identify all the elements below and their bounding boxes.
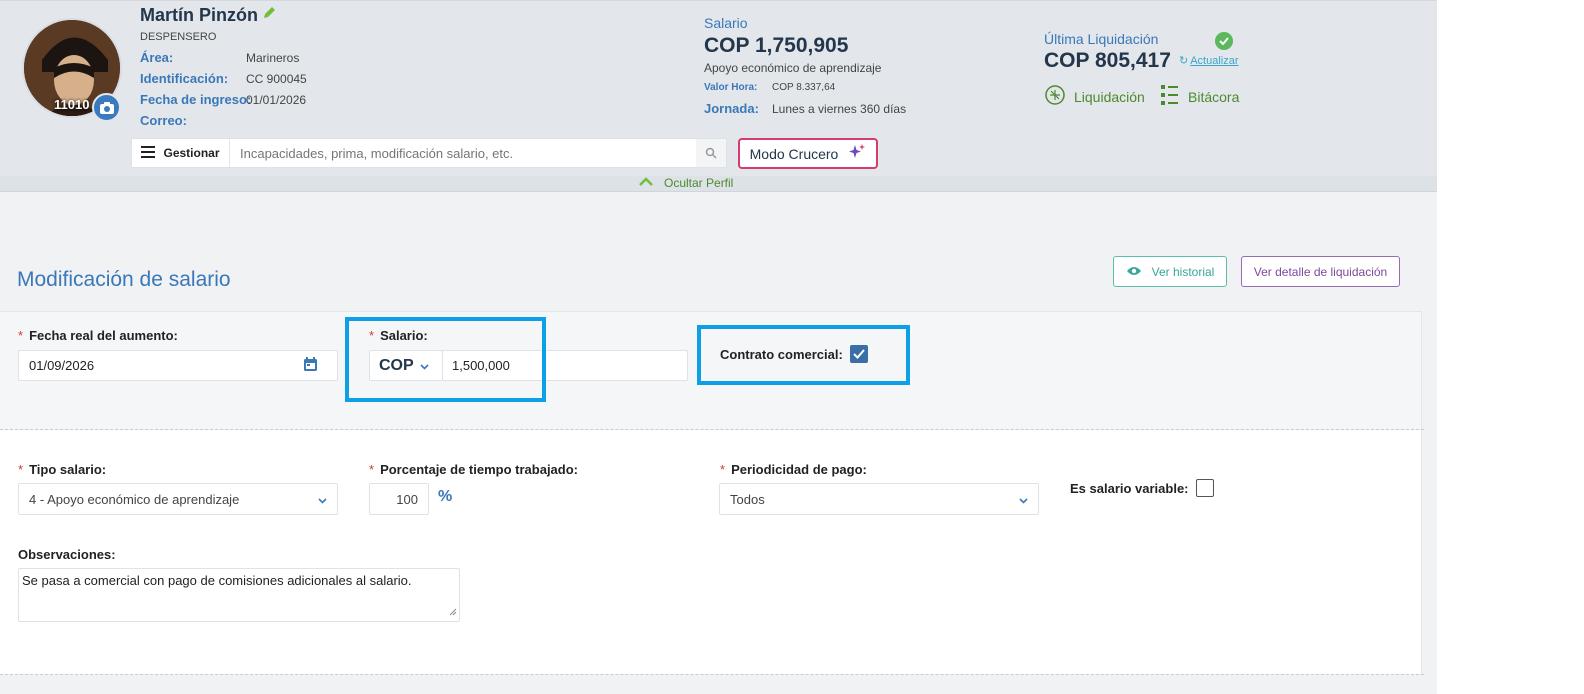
form-panel-details	[0, 430, 1422, 674]
camera-icon[interactable]	[92, 93, 121, 122]
required-marker: *	[18, 328, 24, 343]
chevron-down-icon	[318, 492, 327, 507]
update-label: Actualizar	[1190, 55, 1239, 67]
app-window: 11010 Martín Pinzón DESPENSERO Área: Mar…	[0, 0, 1437, 694]
commercial-highlight-box	[697, 325, 910, 385]
required-marker: *	[18, 462, 24, 477]
salary-type-value: 4 - Apoyo económico de aprendizaje	[29, 491, 240, 507]
area-label: Área:	[140, 50, 174, 65]
log-link[interactable]: Bitácora	[1160, 84, 1239, 109]
manage-label: Gestionar	[163, 146, 220, 160]
check-circle-icon	[1215, 32, 1233, 50]
area-value: Marineros	[246, 51, 300, 65]
chevron-down-icon	[1019, 492, 1028, 507]
date-label-text: Fecha real del aumento:	[29, 328, 178, 343]
last-settlement-label: Última Liquidación	[1044, 31, 1159, 47]
date-value: 01/09/2026	[29, 358, 95, 373]
period-value: Todos	[730, 491, 765, 507]
log-link-label: Bitácora	[1188, 88, 1240, 105]
required-marker: *	[369, 462, 375, 477]
edit-pencil-icon[interactable]	[262, 6, 276, 25]
divider	[0, 674, 1424, 675]
percent-label: * Porcentaje de tiempo trabajado:	[369, 462, 578, 477]
manage-bar: Gestionar	[131, 138, 727, 168]
salary-highlight-box	[345, 317, 546, 402]
eye-icon	[1126, 265, 1142, 279]
sparkle-icon	[848, 143, 866, 164]
refresh-icon: ↻	[1179, 55, 1189, 67]
employee-name: Martín Pinzón	[140, 5, 258, 25]
salary-label: Salario	[704, 15, 748, 31]
period-label: * Periodicidad de pago:	[720, 462, 867, 477]
variable-salary-checkbox[interactable]	[1196, 479, 1214, 497]
settlement-link[interactable]: Liquidación	[1044, 84, 1145, 109]
id-value: CC 900045	[246, 72, 307, 86]
percent-symbol: %	[438, 488, 453, 505]
view-detail-button[interactable]: Ver detalle de liquidación	[1241, 256, 1400, 287]
percent-value: 100	[396, 491, 418, 507]
salary-amount: COP 1,750,905	[704, 34, 849, 57]
schedule-value: Lunes a viernes 360 días	[772, 102, 907, 116]
view-history-button[interactable]: Ver historial	[1113, 256, 1227, 287]
start-date-label: Fecha de ingreso:	[140, 92, 252, 107]
start-date-value: 01/01/2026	[246, 93, 307, 107]
salary-type-label: * Tipo salario:	[18, 462, 106, 477]
date-field[interactable]: 01/09/2026	[18, 350, 338, 381]
calendar-icon[interactable]	[304, 357, 317, 374]
period-select[interactable]: Todos	[719, 483, 1039, 515]
notes-textarea[interactable]: Se pasa a comercial con pago de comision…	[18, 568, 460, 622]
hour-value-label: Valor Hora:	[704, 82, 758, 93]
id-label: Identificación:	[140, 71, 229, 86]
resize-handle-icon[interactable]	[449, 604, 457, 619]
percent-input[interactable]: 100	[369, 483, 429, 515]
view-history-label: Ver historial	[1151, 264, 1215, 279]
salary-type-select[interactable]: 4 - Apoyo económico de aprendizaje	[18, 483, 338, 515]
last-settlement-amount: COP 805,417	[1044, 49, 1171, 72]
schedule-label: Jornada:	[704, 101, 759, 116]
settlement-icon	[1044, 84, 1066, 109]
notes-value: Se pasa a comercial con pago de comision…	[22, 573, 412, 588]
required-marker: *	[720, 462, 726, 477]
hide-profile-toggle[interactable]: Ocultar Perfil	[638, 176, 733, 190]
date-field-label: * Fecha real del aumento:	[18, 328, 178, 343]
hour-value: COP 8.337,64	[772, 82, 836, 93]
search-icon[interactable]	[696, 139, 726, 167]
page-title: Modificación de salario	[17, 268, 231, 291]
percent-label-text: Porcentaje de tiempo trabajado:	[380, 462, 578, 477]
period-label-text: Periodicidad de pago:	[731, 462, 867, 477]
variable-salary-label: Es salario variable:	[1070, 481, 1189, 496]
manage-button[interactable]: Gestionar	[132, 139, 230, 167]
hide-profile-label: Ocultar Perfil	[664, 176, 734, 190]
salary-type: Apoyo económico de aprendizaje	[704, 61, 882, 75]
cruise-mode-label: Modo Crucero	[749, 145, 839, 162]
employee-number: 11010	[54, 97, 90, 112]
settlement-link-label: Liquidación	[1074, 88, 1145, 105]
menu-icon	[141, 145, 156, 161]
email-label: Correo:	[140, 113, 187, 128]
update-link[interactable]: ↻ Actualizar	[1179, 54, 1239, 67]
salary-type-label-text: Tipo salario:	[29, 462, 107, 477]
notes-label: Observaciones:	[18, 547, 116, 562]
chevron-up-icon	[638, 176, 654, 190]
list-tree-icon	[1160, 84, 1180, 109]
employee-role: DESPENSERO	[140, 31, 217, 43]
cruise-mode-button[interactable]: Modo Crucero	[738, 138, 878, 169]
manage-search-input[interactable]	[230, 139, 696, 167]
